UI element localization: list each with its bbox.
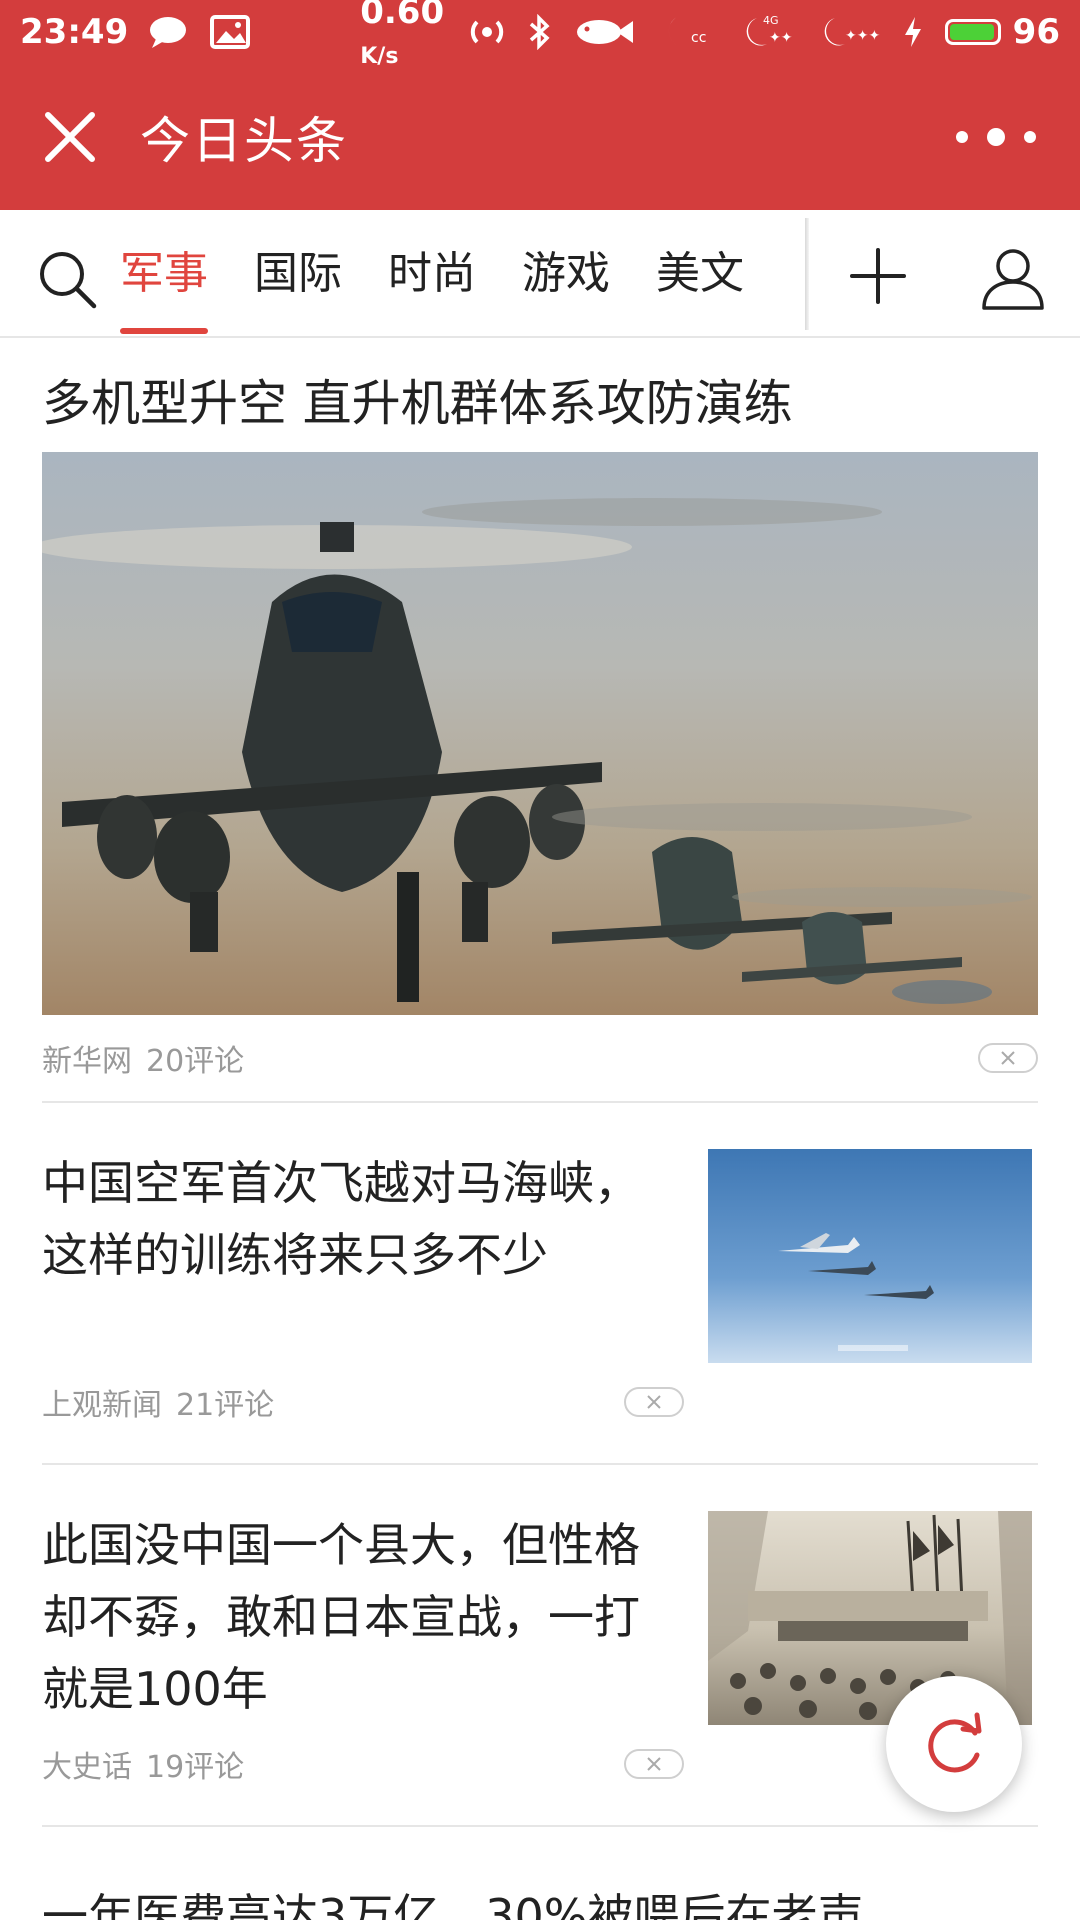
tab-international[interactable]: 国际: [254, 210, 342, 338]
svg-text:✦✦✦: ✦✦✦: [845, 28, 880, 44]
dismiss-button[interactable]: [624, 1387, 684, 1417]
network-speed: 0.60 K/s: [360, 0, 445, 69]
article-card[interactable]: 多机型升空 直升机群体系攻防演练 新华网 20评论: [0, 338, 1080, 1101]
divider: [42, 1825, 1038, 1827]
article-comments: 20评论: [146, 1044, 245, 1079]
more-button[interactable]: [948, 108, 1044, 166]
status-time: 23:49: [20, 12, 129, 52]
article-headline: 多机型升空 直升机群体系攻防演练: [42, 375, 793, 432]
user-icon: [982, 249, 1044, 310]
article-meta: 大史话 19评论: [42, 1721, 684, 1807]
search-icon: [40, 252, 97, 309]
tab-military[interactable]: 军事: [120, 210, 208, 338]
plus-icon: [850, 248, 906, 304]
search-button[interactable]: [36, 248, 98, 310]
tab-essays[interactable]: 美文: [656, 210, 744, 338]
dismiss-button[interactable]: [978, 1043, 1038, 1073]
battery-fill: [949, 24, 994, 40]
article-card[interactable]: 中国空军首次飞越对马海峡，这样的训练将来只多不少 上观新闻 21评论: [0, 1103, 1080, 1463]
more-dots-icon: [956, 128, 1036, 146]
hotspot-icon: [469, 14, 505, 50]
article-headline: 中国空军首次飞越对马海峡，这样的训练将来只多不少: [42, 1156, 640, 1282]
tab-fashion[interactable]: 时尚: [388, 210, 476, 338]
charging-icon: [903, 15, 923, 49]
article-headline: 此国没中国一个县大，但性格却不孬，敢和日本宣战，一打就是100年: [42, 1518, 640, 1716]
channel-tabs-bar: 军事 国际 时尚 游戏 美文: [0, 210, 1080, 338]
moon-stars-icon: ✦✦✦: [817, 12, 881, 52]
svg-text:cc: cc: [691, 30, 706, 46]
close-icon: [647, 1757, 661, 1771]
moon-icon: cc: [657, 12, 717, 52]
bluetooth-icon: [527, 14, 551, 50]
title-bar: 今日头条: [0, 64, 1080, 210]
dismiss-button[interactable]: [624, 1749, 684, 1779]
article-source: 新华网: [42, 1044, 132, 1079]
article-source: 上观新闻: [42, 1388, 162, 1423]
helicopters-photo: [42, 452, 1038, 1015]
close-icon: [647, 1395, 661, 1409]
close-icon: [45, 112, 95, 162]
article-meta: 上观新闻 21评论: [42, 1359, 684, 1445]
add-channel-button[interactable]: [848, 246, 908, 306]
page-title: 今日头条: [140, 112, 348, 170]
tab-divider: [805, 218, 809, 330]
svg-text:4G: 4G: [763, 14, 779, 27]
status-bar: 23:49 0.60 K/s cc 4G ✦✦ ✦✦✦ 96: [0, 0, 1080, 69]
article-meta: 新华网 20评论: [42, 1015, 1038, 1101]
fish-icon: [573, 17, 635, 47]
battery-level: 96: [1012, 12, 1060, 52]
close-icon: [1001, 1051, 1015, 1065]
close-button[interactable]: [0, 64, 140, 210]
battery-icon: [944, 19, 1001, 45]
article-comments: 19评论: [146, 1750, 245, 1785]
svg-text:✦✦: ✦✦: [769, 30, 793, 46]
image-icon: [210, 15, 251, 49]
tab-games[interactable]: 游戏: [522, 210, 610, 338]
news-feed: 多机型升空 直升机群体系攻防演练 新华网 20评论 中国空军首次飞越对马海峡，这…: [0, 338, 1080, 1827]
moon-4g-icon: 4G ✦✦: [739, 12, 795, 52]
article-comments: 21评论: [176, 1388, 275, 1423]
profile-button[interactable]: [980, 246, 1046, 312]
refresh-icon: [928, 1712, 982, 1773]
refresh-button[interactable]: [886, 1676, 1022, 1812]
app-header: 23:49 0.60 K/s cc 4G ✦✦ ✦✦✦ 96 今日头条: [0, 0, 1080, 210]
article-source: 大史话: [42, 1750, 132, 1785]
article-headline-partial[interactable]: 一年医费高达3万亿，30%被喂后在老声: [42, 1880, 1038, 1920]
aircraft-formation-photo: [708, 1149, 1032, 1363]
tab-list: 军事 国际 时尚 游戏 美文: [120, 210, 790, 338]
chat-bubble-icon: [148, 15, 188, 49]
